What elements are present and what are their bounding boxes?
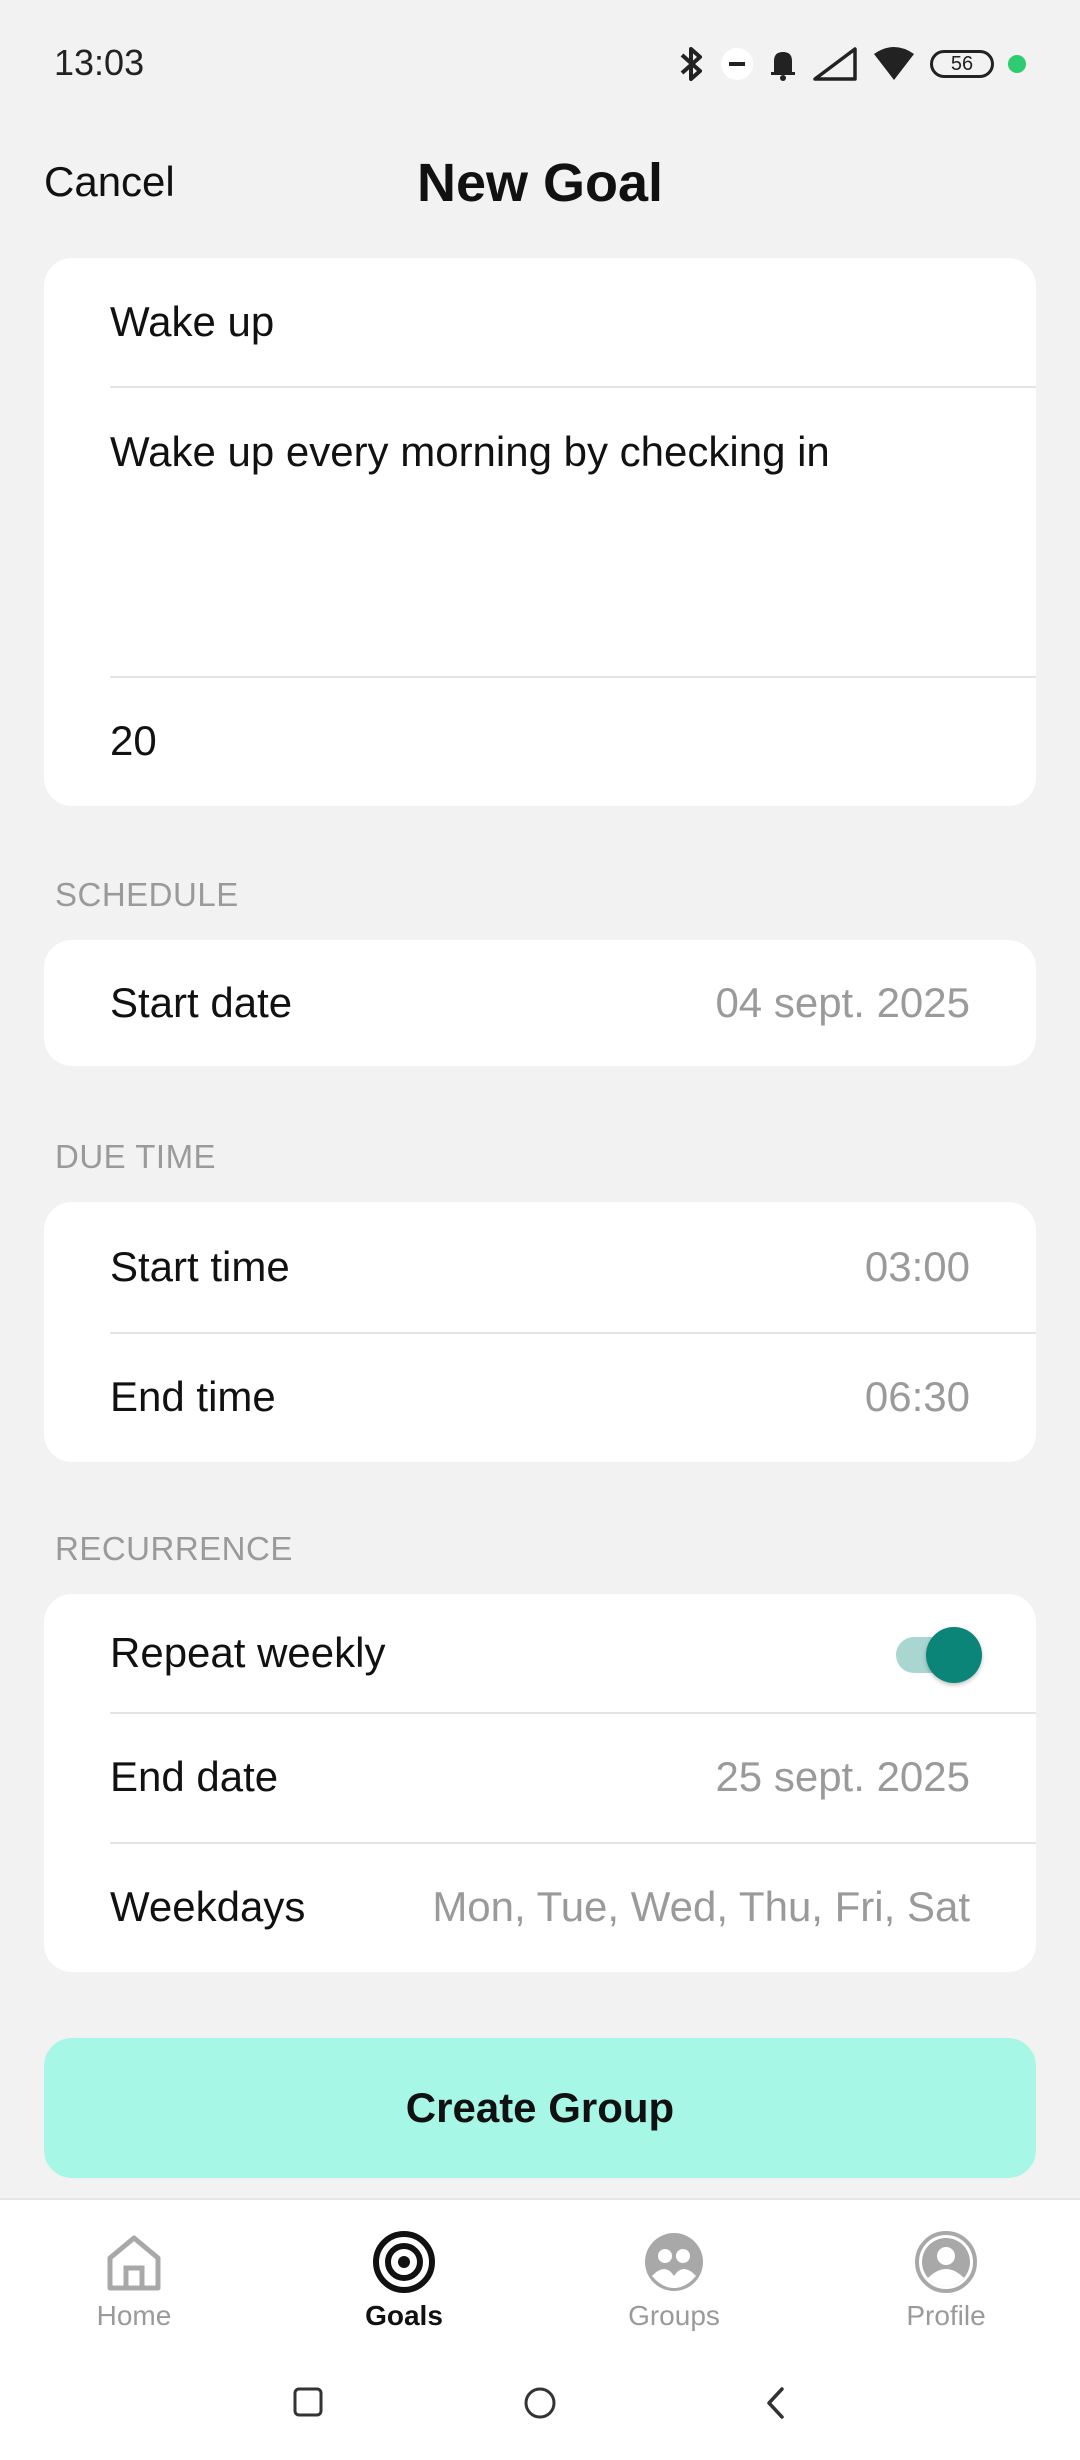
back-icon[interactable]: [764, 2386, 788, 2425]
header: New Goal Cancel: [0, 140, 1080, 230]
due-time-card: Start time 03:00 End time 06:30: [44, 1202, 1036, 1462]
nav-item-profile[interactable]: Profile: [846, 2230, 1046, 2332]
bell-icon: [768, 46, 798, 82]
nav-label-home: Home: [96, 2300, 172, 2331]
target-icon: [304, 2230, 504, 2294]
recurrence-section-label: RECURRENCE: [55, 1530, 293, 1567]
groups-icon: [574, 2230, 774, 2294]
goal-description-value: Wake up every morning by checking in: [110, 428, 830, 475]
wifi-icon: [872, 46, 916, 82]
goal-name-value: Wake up: [110, 298, 275, 345]
battery-icon: 56: [930, 50, 994, 78]
schedule-card: Start date 04 sept. 2025: [44, 940, 1036, 1066]
signal-icon: [812, 46, 858, 82]
repeat-weekly-label: Repeat weekly: [110, 1629, 386, 1676]
create-group-button[interactable]: Create Group: [44, 2038, 1036, 2178]
weekdays-row[interactable]: Weekdays Mon, Tue, Wed, Thu, Fri, Sat: [44, 1842, 1036, 1972]
recents-icon[interactable]: [292, 2386, 324, 2423]
due-time-section-label: DUE TIME: [55, 1138, 217, 1175]
cancel-button[interactable]: Cancel: [44, 158, 175, 206]
status-icons: 56: [678, 42, 1026, 86]
nav-item-home[interactable]: Home: [34, 2230, 234, 2332]
repeat-weekly-row: Repeat weekly: [44, 1594, 1036, 1712]
bottom-nav: Home Goals Groups Profile: [0, 2198, 1080, 2358]
schedule-section-label: SCHEDULE: [55, 876, 239, 913]
start-date-value: 04 sept. 2025: [715, 979, 970, 1026]
start-time-label: Start time: [110, 1243, 290, 1290]
goal-name-field[interactable]: Wake up: [44, 258, 1036, 386]
nav-label-goals: Goals: [365, 2300, 443, 2331]
nav-item-goals[interactable]: Goals: [304, 2230, 504, 2332]
start-date-label: Start date: [110, 979, 293, 1026]
status-time: 13:03: [54, 42, 145, 83]
dot-icon: [1008, 55, 1026, 73]
home-circle-icon[interactable]: [523, 2386, 557, 2425]
end-time-label: End time: [110, 1373, 276, 1420]
details-card: Wake up Wake up every morning by checkin…: [44, 258, 1036, 806]
end-time-row[interactable]: End time 06:30: [44, 1332, 1036, 1462]
nav-label-groups: Groups: [628, 2300, 720, 2331]
goal-number-field[interactable]: 20: [44, 676, 1036, 806]
start-time-value: 03:00: [864, 1243, 970, 1290]
nav-item-groups[interactable]: Groups: [574, 2230, 774, 2332]
system-nav-bar: [0, 2358, 1080, 2460]
bluetooth-icon: [678, 44, 706, 84]
weekdays-value: Mon, Tue, Wed, Thu, Fri, Sat: [432, 1883, 970, 1930]
recurrence-card: Repeat weekly End date 25 sept. 2025 Wee…: [44, 1594, 1036, 1972]
start-date-row[interactable]: Start date 04 sept. 2025: [44, 940, 1036, 1066]
repeat-weekly-toggle[interactable]: [892, 1627, 982, 1683]
nav-label-profile: Profile: [906, 2300, 986, 2331]
toggle-thumb: [926, 1627, 982, 1683]
end-date-row[interactable]: End date 25 sept. 2025: [44, 1712, 1036, 1842]
home-icon: [34, 2230, 234, 2294]
goal-number-value: 20: [110, 717, 157, 764]
end-date-value: 25 sept. 2025: [715, 1753, 970, 1800]
profile-icon: [846, 2230, 1046, 2294]
dnd-icon: [720, 47, 754, 81]
end-date-label: End date: [110, 1753, 279, 1800]
status-bar: 13:03 56: [0, 0, 1080, 130]
goal-description-field[interactable]: Wake up every morning by checking in: [44, 386, 1036, 676]
weekdays-label: Weekdays: [110, 1883, 306, 1930]
start-time-row[interactable]: Start time 03:00: [44, 1202, 1036, 1332]
end-time-value: 06:30: [864, 1373, 970, 1420]
